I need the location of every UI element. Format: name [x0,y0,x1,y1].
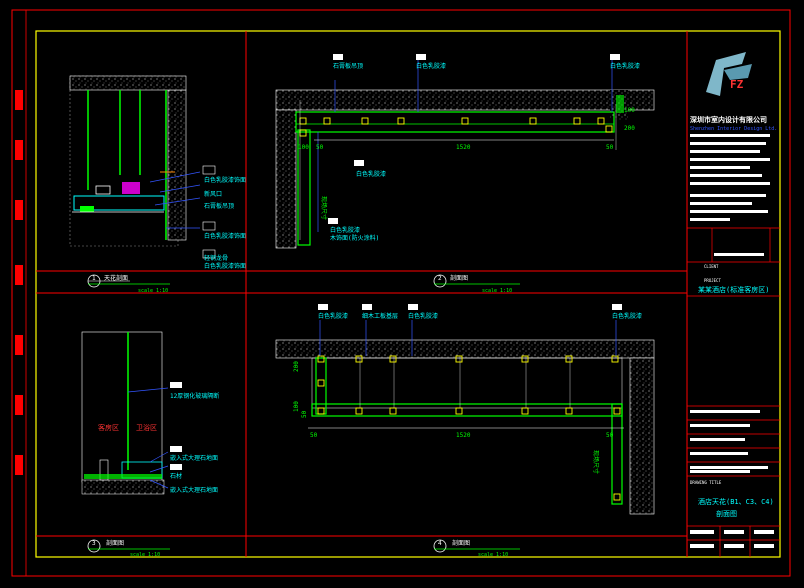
section-3-drawing [81,331,182,495]
panel-title-1 [87,274,170,288]
panel-3-title: 剖面图 [106,539,124,547]
section4-dim-50a: 50 [301,410,308,418]
panel-1-number: 1 [92,275,96,282]
section4-note-4: 白色乳胶漆 [612,312,642,320]
panel-2-number: 2 [438,275,442,282]
section1-note-4: 白色乳胶漆饰面 [204,232,246,240]
panel-title-2 [433,274,520,288]
section2-dim-main: 1520 [456,144,471,151]
left-strip [11,9,27,577]
section4-dim-main: 1520 [456,432,471,439]
section2-dim-50b: 50 [606,144,614,151]
section3-note-4: 嵌入式大理石地面 [170,486,218,494]
section4-note-1: 白色乳胶漆 [318,312,348,320]
panel-4-scale: scale 1:10 [478,552,508,558]
section2-note-2: 白色乳胶漆 [416,62,446,70]
section1-note-3: 石膏板吊顶 [204,202,234,210]
section2-note-6: 木饰面(防火涂料) [330,234,379,242]
section4-dim-100: 100 [293,401,300,412]
section2-dim-left: 100 [298,144,309,151]
section3-label-right: 卫浴区 [136,423,157,432]
section2-dim-50a: 50 [316,144,324,151]
logo [706,52,752,96]
panel-4-number: 4 [438,540,442,547]
section2-dim-200: 200 [624,125,635,132]
section-2-drawing [275,54,655,249]
panel-title-4 [433,539,520,553]
section2-note-5: 白色乳胶漆 [330,226,360,234]
section2-note-4: 白色乳胶漆 [356,170,386,178]
section4-side-text: 现场尺寸 [592,450,600,474]
panel-title-3 [87,539,170,553]
title-block-grid [687,227,780,557]
title-block-info-lines [690,134,770,221]
section2-side-text: 现场尺寸 [320,196,328,220]
section4-note-2: 细木工板基层 [362,312,398,320]
drawing-subtitle: 剖面图 [716,509,737,518]
section2-note-3: 白色乳胶漆 [610,62,640,70]
client-label: CLIENT [704,264,719,269]
section1-note-1: 白色乳胶漆饰面 [204,176,246,184]
panel-2-title: 剖面图 [450,274,468,282]
drawing-title-label: DRAWING TITLE [690,480,722,485]
section3-label-left: 客房区 [98,423,119,432]
section-1-drawing [69,75,216,259]
section4-dim-50b: 50 [310,432,318,439]
panel-3-scale: scale 1:10 [130,552,160,558]
section1-note-5: 轻钢龙骨 [204,254,228,262]
firm-subtitle: Shenzhen Interior Design Ltd. [690,126,777,132]
panel-1-title: 天花剖面 [104,274,128,282]
panel-2-scale: scale 1:10 [482,288,512,294]
section3-note-1: 12厚钢化玻璃隔断 [170,392,219,400]
section2-dim-right: 100 [624,107,635,114]
firm-name: 深圳市室内设计有限公司 [690,115,767,124]
panel-4-title: 剖面图 [452,539,470,547]
panel-3-number: 3 [92,540,96,547]
section4-dim-200: 200 [293,361,300,372]
section1-note-6: 白色乳胶漆饰面 [204,262,246,270]
drawing-title: 酒店天花(B1、C3、C4) [698,497,774,506]
section1-note-2: 新风口 [204,190,222,198]
logo-text: FZ [730,78,744,91]
section3-note-2: 嵌入式大理石地面 [170,454,218,462]
section-4-drawing [275,304,655,515]
section4-note-3: 白色乳胶漆 [408,312,438,320]
project-label: PROJECT [704,278,721,283]
section3-note-3: 石材 [170,472,182,480]
section2-note-1: 石膏板吊顶 [333,62,363,70]
project-name: 某某酒店(标准客房区) [698,285,769,294]
panel-1-scale: scale 1:10 [138,288,168,294]
section4-dim-50c: 50 [606,432,614,439]
cad-drawing-canvas: 白色乳胶漆饰面 新风口 石膏板吊顶 白色乳胶漆饰面 轻钢龙骨 白色乳胶漆饰面 石… [11,9,791,577]
